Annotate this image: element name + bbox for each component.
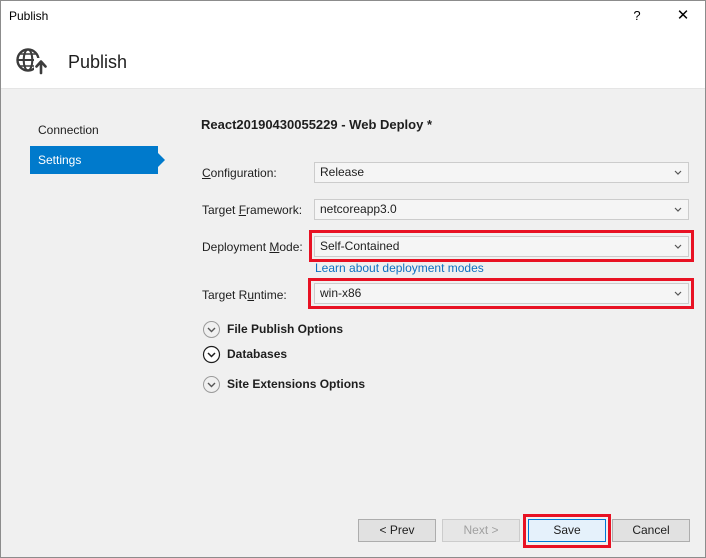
configuration-select[interactable]: Release	[314, 162, 689, 183]
publish-dialog: Publish ? ✕ Publish Connection Settings …	[0, 0, 706, 558]
configuration-value: Release	[320, 165, 365, 179]
close-button[interactable]: ✕	[665, 4, 701, 28]
deployment-mode-label: Deployment Mode:	[202, 240, 303, 254]
target-runtime-label: Target Runtime:	[202, 288, 287, 302]
save-button-highlight	[523, 514, 611, 548]
deployment-modes-link[interactable]: Learn about deployment modes	[315, 261, 484, 275]
globe-publish-icon	[16, 48, 48, 75]
cancel-button-label: Cancel	[632, 523, 670, 537]
expand-chevron-icon	[202, 345, 221, 364]
expand-chevron-icon	[203, 321, 220, 338]
help-button[interactable]: ?	[625, 4, 649, 28]
profile-title: React20190430055229 - Web Deploy *	[201, 117, 433, 132]
target-runtime-highlight	[308, 278, 694, 309]
prev-button-label: < Prev	[379, 523, 415, 537]
target-framework-select[interactable]: netcoreapp3.0	[314, 199, 689, 220]
title-bar: Publish ? ✕	[1, 1, 705, 31]
target-framework-label: Target Framework:	[202, 203, 303, 217]
expand-chevron-icon	[203, 376, 220, 393]
chevron-down-icon	[674, 207, 682, 212]
deployment-mode-highlight	[309, 230, 694, 262]
next-button-label: Next >	[463, 523, 499, 537]
window-title: Publish	[9, 9, 49, 23]
section-label: File Publish Options	[227, 322, 344, 336]
target-framework-value: netcoreapp3.0	[320, 202, 397, 216]
prev-button[interactable]: < Prev	[358, 519, 436, 542]
chevron-down-icon	[674, 170, 682, 175]
section-label: Databases	[227, 347, 288, 361]
sidebar-item-connection[interactable]: Connection	[30, 116, 158, 144]
dialog-header: Publish	[1, 31, 705, 89]
cancel-button[interactable]: Cancel	[612, 519, 690, 542]
configuration-label: Configuration:	[202, 166, 277, 180]
next-button[interactable]: Next >	[442, 519, 520, 542]
section-label: Site Extensions Options	[227, 377, 366, 391]
header-title: Publish	[68, 52, 128, 72]
sidebar-item-settings[interactable]: Settings	[30, 146, 165, 174]
